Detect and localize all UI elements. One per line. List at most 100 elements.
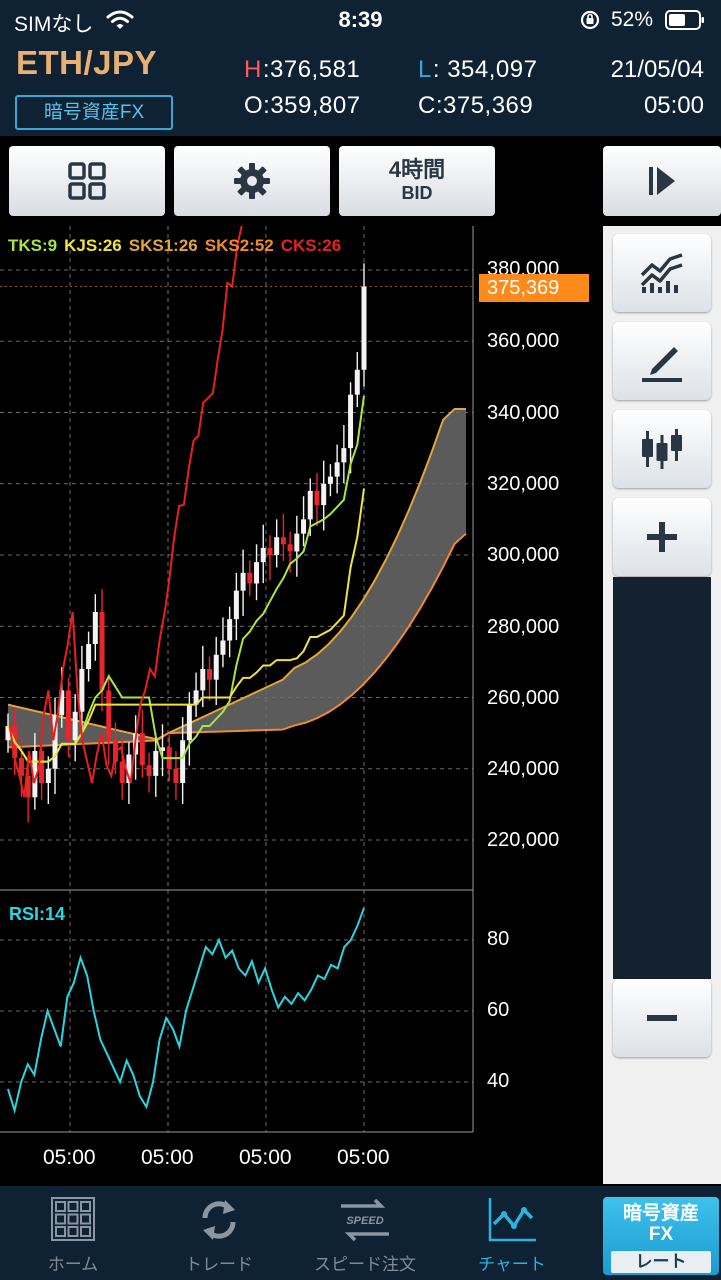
candle bbox=[254, 562, 260, 584]
speed-icon-text: SPEED bbox=[346, 1215, 383, 1227]
time-tick-label: 05:00 bbox=[43, 1146, 96, 1169]
candle bbox=[200, 669, 206, 691]
legend-cks: CKS:26 bbox=[280, 236, 342, 255]
rsi-line bbox=[7, 907, 365, 1115]
last-price-tag: 375,369 bbox=[479, 274, 589, 302]
rsi-tick-label: 40 bbox=[487, 1070, 510, 1092]
price-tick-label: 260,000 bbox=[487, 687, 560, 709]
legend-tks: TKS:9 bbox=[8, 236, 58, 255]
fx-button-rate: レート bbox=[611, 1251, 711, 1273]
zoom-in-button[interactable] bbox=[613, 498, 711, 576]
candle bbox=[207, 669, 213, 680]
timeframe-button[interactable]: 4時間 BID bbox=[339, 146, 495, 216]
candle bbox=[294, 533, 300, 552]
tab-home[interactable]: ホーム bbox=[20, 1186, 126, 1280]
candle bbox=[106, 690, 112, 741]
candle bbox=[348, 394, 354, 449]
tab-speed-label: スピード注文 bbox=[314, 1255, 416, 1274]
currency-pair[interactable]: ETH/JPY bbox=[16, 44, 157, 82]
candle bbox=[334, 462, 340, 477]
tab-trade-label: トレード bbox=[185, 1255, 253, 1274]
rsi-tick-label: 60 bbox=[487, 999, 510, 1021]
tab-home-label: ホーム bbox=[47, 1255, 99, 1274]
candle bbox=[307, 490, 313, 520]
candle bbox=[287, 544, 293, 552]
market-badge: 暗号資産FX bbox=[15, 95, 173, 130]
chart-type-button[interactable] bbox=[613, 410, 711, 488]
indicator-legend: TKS:9 KJS:26 SKS1:26 SKS2:52 CKS:26 bbox=[8, 236, 348, 256]
rsi-label: RSI:14 bbox=[9, 904, 66, 924]
low-price: L: 354,097 bbox=[418, 56, 538, 83]
candlestick-icon bbox=[642, 429, 682, 469]
price-type-label: BID bbox=[401, 183, 433, 203]
bar-date: 21/05/04 bbox=[610, 56, 704, 83]
candle bbox=[274, 537, 280, 555]
candle bbox=[260, 547, 266, 563]
price-tick-label: 220,000 bbox=[487, 829, 560, 851]
rsi-tick-label: 80 bbox=[487, 928, 510, 950]
price-tick-label: 340,000 bbox=[487, 402, 560, 424]
candle bbox=[280, 537, 286, 545]
candle bbox=[139, 733, 145, 766]
tab-speed-order[interactable]: SPEED スピード注文 bbox=[305, 1186, 425, 1280]
candle bbox=[153, 750, 159, 776]
grid-icon bbox=[68, 162, 106, 200]
play-icon bbox=[649, 167, 675, 195]
candle bbox=[213, 654, 219, 680]
time-tick-label: 05:00 bbox=[141, 1146, 194, 1169]
zoom-slider[interactable] bbox=[613, 577, 711, 979]
price-tick-label: 240,000 bbox=[487, 758, 560, 780]
settings-button[interactable] bbox=[174, 146, 330, 216]
fx-button-line1: 暗号資産 bbox=[622, 1203, 699, 1224]
candle bbox=[86, 644, 92, 669]
chart-tab-icon bbox=[488, 1198, 536, 1242]
legend-sks1: SKS1:26 bbox=[128, 236, 198, 255]
battery-icon bbox=[665, 10, 704, 30]
candle bbox=[180, 740, 186, 783]
crypto-fx-rate-button[interactable]: 暗号資産 FX レート bbox=[603, 1197, 719, 1275]
chart-indicator-icon bbox=[640, 253, 683, 293]
gear-icon bbox=[234, 163, 270, 199]
plus-icon bbox=[647, 522, 677, 552]
candle bbox=[99, 612, 105, 691]
tab-trade[interactable]: トレード bbox=[164, 1186, 274, 1280]
candle bbox=[361, 286, 367, 370]
candle bbox=[65, 690, 71, 741]
price-tick-label: 280,000 bbox=[487, 616, 560, 638]
refresh-arrows-icon bbox=[202, 1200, 236, 1240]
candle bbox=[173, 768, 179, 783]
price-tick-label: 320,000 bbox=[487, 473, 560, 495]
battery-percent: 52% bbox=[611, 8, 654, 31]
candle bbox=[240, 572, 246, 591]
minus-icon bbox=[647, 1015, 677, 1021]
candle bbox=[92, 612, 98, 645]
candle bbox=[327, 476, 333, 484]
timeframe-label: 4時間 bbox=[388, 157, 446, 182]
tab-chart[interactable]: チャート bbox=[462, 1186, 562, 1280]
tab-chart-label: チャート bbox=[478, 1255, 546, 1274]
zoom-out-button[interactable] bbox=[613, 979, 711, 1057]
draw-tool-button[interactable] bbox=[613, 322, 711, 400]
quote-header: ETH/JPY 暗号資産FX H:376,581 L: 354,097 O:35… bbox=[0, 40, 721, 136]
time-tick-label: 05:00 bbox=[337, 1146, 390, 1169]
status-bar: SIMなし 8:39 52% bbox=[0, 0, 721, 40]
candle bbox=[233, 590, 239, 620]
legend-kjs: KJS:26 bbox=[64, 236, 122, 255]
candle bbox=[79, 669, 85, 712]
price-tick-label: 300,000 bbox=[487, 544, 560, 566]
candle bbox=[247, 572, 253, 584]
rotation-lock-icon bbox=[580, 10, 600, 30]
layout-grid-button[interactable] bbox=[9, 146, 165, 216]
indicator-button[interactable] bbox=[613, 234, 711, 312]
play-button[interactable] bbox=[603, 146, 721, 216]
candle bbox=[301, 519, 307, 534]
candle bbox=[314, 490, 320, 506]
candle bbox=[146, 765, 152, 776]
open-price: O:359,807 bbox=[244, 92, 361, 119]
candle bbox=[341, 448, 347, 463]
speed-arrows-icon: SPEED bbox=[341, 1198, 389, 1242]
candle bbox=[227, 619, 233, 641]
candle bbox=[186, 704, 192, 741]
legend-sks2: SKS2:52 bbox=[204, 236, 274, 255]
bar-time: 05:00 bbox=[643, 92, 704, 119]
